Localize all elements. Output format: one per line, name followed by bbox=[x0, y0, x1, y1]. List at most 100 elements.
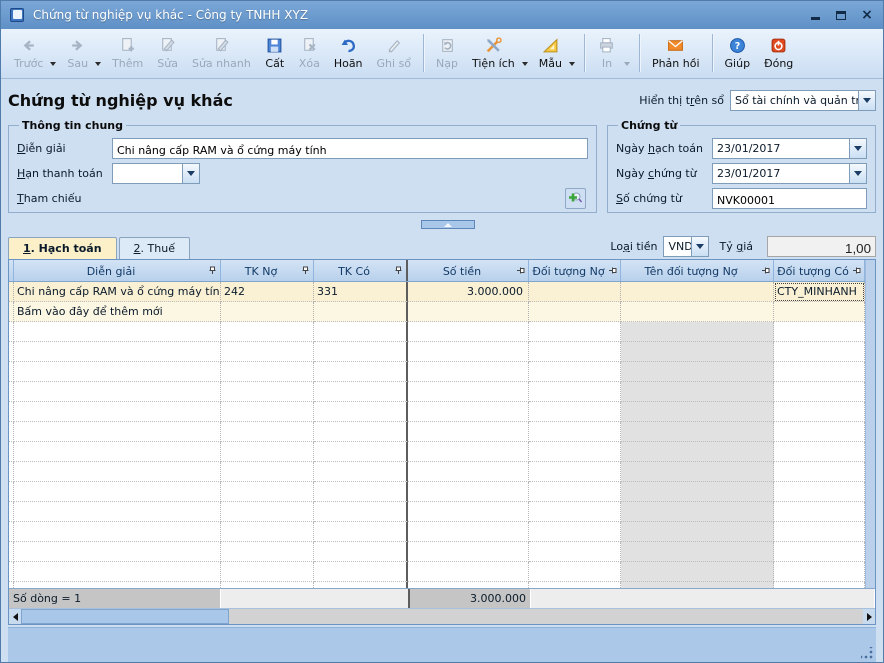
table-row-empty[interactable] bbox=[9, 322, 875, 342]
new-row-hint[interactable]: Bấm vào đây để thêm mới bbox=[9, 302, 875, 322]
column-header-tk-co[interactable]: TK Có bbox=[314, 260, 408, 281]
table-row-empty[interactable] bbox=[9, 442, 875, 462]
table-row-empty[interactable] bbox=[9, 542, 875, 562]
collapse-splitter-handle[interactable] bbox=[421, 220, 475, 229]
vertical-scrollbar[interactable] bbox=[865, 260, 875, 588]
undo-button[interactable]: Hoãn bbox=[327, 34, 370, 72]
scrollbar-track[interactable] bbox=[229, 609, 863, 624]
save-button[interactable]: Cất bbox=[258, 34, 292, 72]
page-title: Chứng từ nghiệp vụ khác bbox=[8, 90, 233, 110]
column-header-doi-tuong-no[interactable]: Đối tượng Nợ bbox=[529, 260, 621, 281]
utilities-button[interactable]: Tiện ích bbox=[465, 34, 522, 72]
cell-doi-tuong-co[interactable]: CTY_MINHANH bbox=[774, 282, 865, 302]
arrow-right-icon bbox=[69, 36, 86, 56]
next-dropdown-icon[interactable] bbox=[95, 61, 102, 66]
maximize-icon[interactable] bbox=[833, 7, 849, 23]
document-date-picker[interactable]: 23/01/2017 bbox=[712, 163, 867, 184]
help-icon: ? bbox=[729, 36, 746, 56]
chevron-down-icon[interactable] bbox=[182, 164, 199, 183]
reload-button: Nạp bbox=[429, 34, 465, 72]
column-header-so-tien[interactable]: Số tiền bbox=[408, 260, 529, 281]
table-row-empty[interactable] bbox=[9, 462, 875, 482]
table-row-empty[interactable] bbox=[9, 402, 875, 422]
table-row-empty[interactable] bbox=[9, 502, 875, 522]
prev-dropdown-icon[interactable] bbox=[50, 61, 57, 66]
general-info-group: Thông tin chung Diễn giải Hạn thanh toán bbox=[8, 119, 597, 213]
pin-horizontal-icon bbox=[608, 266, 617, 275]
display-on-book-select[interactable]: Sổ tài chính và quản trị bbox=[730, 89, 876, 111]
close-form-button[interactable]: Đóng bbox=[757, 34, 800, 72]
arrow-left-icon bbox=[20, 36, 37, 56]
cell-so-tien[interactable]: 3.000.000 bbox=[408, 282, 529, 302]
chevron-down-icon[interactable] bbox=[691, 237, 709, 256]
app-window: Chứng từ nghiệp vụ khác - Công ty TNHH X… bbox=[0, 0, 884, 663]
table-row-empty[interactable] bbox=[9, 522, 875, 542]
template-button[interactable]: Mẫu bbox=[532, 34, 569, 72]
table-row-empty[interactable] bbox=[9, 422, 875, 442]
feedback-button[interactable]: Phản hồi bbox=[645, 34, 707, 72]
payment-term-select[interactable] bbox=[112, 163, 200, 184]
pin-icon bbox=[394, 266, 403, 275]
tab-hach-toan[interactable]: 1. Hạch toán bbox=[8, 237, 117, 259]
chevron-down-icon[interactable] bbox=[858, 90, 875, 110]
prev-button: Trước bbox=[7, 34, 50, 72]
toolbar: Trước Sau Thêm Sửa Sửa nhanh Cất Xóa Hoã… bbox=[1, 29, 883, 79]
tools-icon bbox=[485, 36, 502, 56]
toolbar-separator bbox=[583, 33, 585, 72]
cell-dien-giai[interactable]: Chi nâng cấp RAM và ổ cứng máy tính bbox=[14, 282, 221, 302]
table-row-empty[interactable] bbox=[9, 562, 875, 582]
reload-icon bbox=[439, 36, 456, 56]
toolbar-separator bbox=[423, 33, 425, 72]
table-row-empty[interactable] bbox=[9, 482, 875, 502]
column-header-doi-tuong-co[interactable]: Đối tượng Có bbox=[774, 260, 865, 281]
scroll-left-icon[interactable] bbox=[9, 609, 21, 624]
delete-document-icon bbox=[301, 36, 318, 56]
printer-icon bbox=[598, 36, 615, 56]
resize-grip[interactable] bbox=[861, 647, 873, 659]
table-footer: Số dòng = 1 3.000.000 bbox=[9, 588, 875, 608]
pin-icon bbox=[208, 266, 217, 275]
exchange-rate-input[interactable] bbox=[767, 236, 876, 257]
tab-thue[interactable]: 2. Thuế bbox=[118, 237, 190, 259]
main-area: Chứng từ nghiệp vụ khác Hiển thị trên sổ… bbox=[1, 79, 883, 662]
general-info-legend: Thông tin chung bbox=[22, 119, 124, 132]
column-header-tk-no[interactable]: TK Nợ bbox=[221, 260, 314, 281]
table-header: Diễn giải TK Nợ TK Có Số tiền Đối tượng … bbox=[9, 260, 875, 282]
quick-edit-icon bbox=[213, 36, 230, 56]
utilities-dropdown-icon[interactable] bbox=[521, 61, 528, 66]
chevron-down-icon[interactable] bbox=[849, 139, 866, 158]
cell-ten-doi-tuong-no[interactable] bbox=[621, 282, 774, 302]
column-header-ten-doi-tuong-no[interactable]: Tên đối tượng Nợ bbox=[621, 260, 774, 281]
template-dropdown-icon[interactable] bbox=[568, 61, 575, 66]
cell-doi-tuong-no[interactable] bbox=[529, 282, 621, 302]
minimize-icon[interactable] bbox=[807, 7, 823, 23]
grid-filler-rows bbox=[9, 322, 875, 588]
column-header-dien-giai[interactable]: Diễn giải bbox=[14, 260, 221, 281]
pin-horizontal-icon bbox=[852, 266, 861, 275]
document-number-input[interactable] bbox=[712, 188, 867, 209]
table-row[interactable]: Chi nâng cấp RAM và ổ cứng máy tính 242 … bbox=[9, 282, 875, 302]
add-reference-button[interactable] bbox=[565, 188, 586, 209]
currency-select[interactable]: VND bbox=[663, 236, 710, 257]
scrollbar-thumb[interactable] bbox=[21, 609, 229, 624]
cell-tk-co[interactable]: 331 bbox=[314, 282, 408, 302]
horizontal-scrollbar[interactable] bbox=[9, 608, 875, 624]
posting-date-label: Ngày hạch toán bbox=[616, 142, 703, 155]
chevron-down-icon[interactable] bbox=[849, 164, 866, 183]
help-button[interactable]: ? Giúp bbox=[718, 34, 758, 72]
table-row-empty[interactable] bbox=[9, 362, 875, 382]
status-strip bbox=[8, 627, 876, 662]
table-row-empty[interactable] bbox=[9, 342, 875, 362]
svg-text:?: ? bbox=[735, 41, 741, 52]
posting-date-picker[interactable]: 23/01/2017 bbox=[712, 138, 867, 159]
reference-label: Tham chiếu bbox=[17, 192, 82, 205]
table-row-empty[interactable] bbox=[9, 382, 875, 402]
close-icon[interactable]: × bbox=[859, 7, 875, 23]
quick-edit-button: Sửa nhanh bbox=[185, 34, 258, 72]
app-icon bbox=[9, 7, 25, 23]
scroll-right-icon[interactable] bbox=[863, 609, 875, 624]
cell-tk-no[interactable]: 242 bbox=[221, 282, 314, 302]
undo-arrow-icon bbox=[340, 36, 357, 56]
description-input[interactable] bbox=[112, 138, 588, 159]
save-floppy-icon bbox=[266, 36, 283, 56]
